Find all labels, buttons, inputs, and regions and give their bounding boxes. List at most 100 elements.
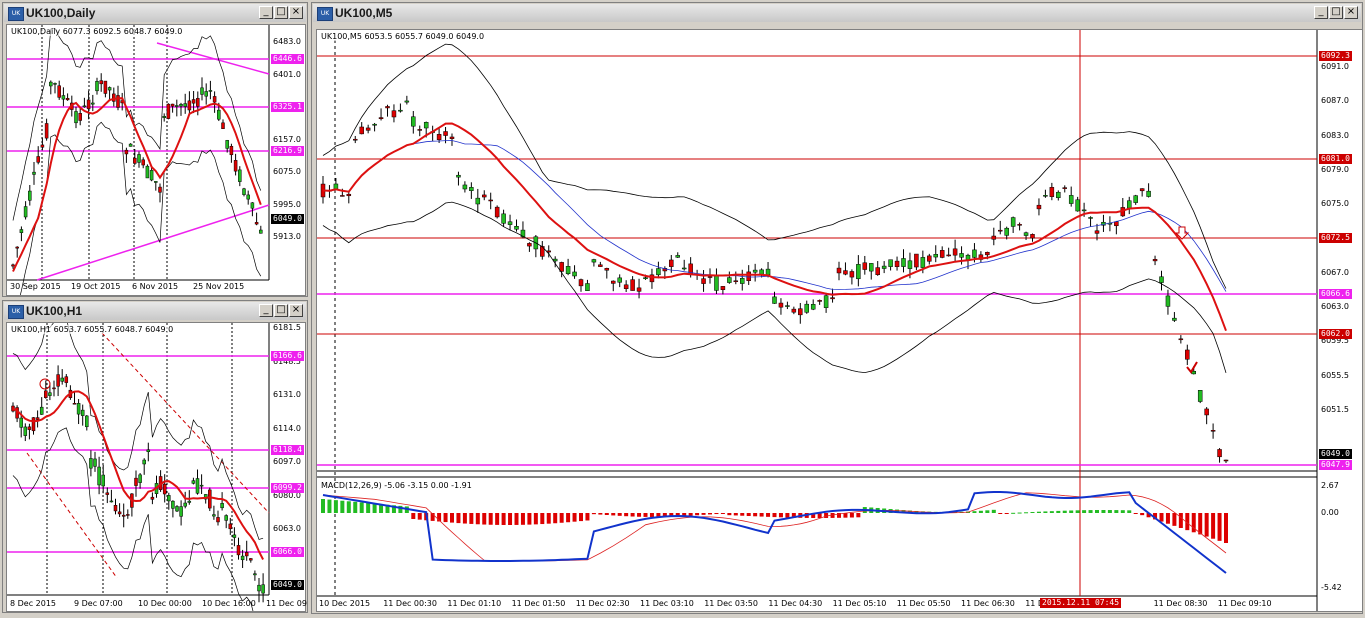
time-axis-label: 11 Dec 03:50 bbox=[704, 599, 758, 608]
candle-body bbox=[212, 514, 216, 517]
price-axis-label: -5.42 bbox=[1321, 583, 1342, 592]
candle-body bbox=[501, 213, 506, 224]
close-button[interactable]: × bbox=[289, 6, 303, 19]
daily-chart-area[interactable]: UK100,Daily 6077.3 6092.5 6048.7 6049.0 … bbox=[6, 24, 306, 296]
macd-histogram-bar bbox=[1127, 510, 1132, 513]
macd-label: MACD(12,26,9) -5.06 -3.15 0.00 -1.91 bbox=[321, 481, 472, 490]
candle-body bbox=[385, 106, 390, 109]
minimize-button[interactable]: _ bbox=[259, 304, 273, 317]
macd-histogram-bar bbox=[462, 513, 467, 524]
time-axis-label: 11 Dec 09:10 bbox=[1217, 599, 1272, 608]
candle-body bbox=[630, 279, 635, 291]
maximize-button[interactable]: □ bbox=[274, 6, 288, 19]
candle-body bbox=[1036, 204, 1042, 210]
macd-histogram-bar bbox=[591, 513, 596, 515]
candle-body bbox=[482, 194, 487, 198]
candle-body bbox=[105, 492, 110, 495]
candle-body bbox=[346, 193, 352, 197]
candle-body bbox=[411, 116, 416, 127]
candle-body bbox=[171, 500, 175, 509]
candle-body bbox=[436, 134, 442, 141]
minimize-button[interactable]: _ bbox=[259, 6, 273, 19]
candle-body bbox=[166, 103, 171, 119]
price-axis-label: 6079.0 bbox=[1321, 164, 1349, 174]
price-level-tag: 6049.0 bbox=[1319, 449, 1352, 459]
candle-body bbox=[23, 206, 28, 218]
candle-body bbox=[952, 248, 958, 256]
candle-body bbox=[78, 113, 82, 121]
macd-histogram-bar bbox=[759, 513, 764, 517]
price-level-tag: 6092.3 bbox=[1319, 51, 1352, 61]
price-axis-label: 6091.0 bbox=[1321, 62, 1349, 71]
h1-chart-area[interactable]: UK100,H1 6053.7 6055.7 6048.7 6049.0 618… bbox=[6, 322, 307, 612]
candle-body bbox=[195, 478, 200, 494]
candle-body bbox=[1165, 295, 1171, 307]
candle-body bbox=[250, 202, 255, 209]
candle-body bbox=[220, 503, 224, 509]
candle-body bbox=[778, 302, 784, 308]
daily-chart-header: UK100,Daily 6077.3 6092.5 6048.7 6049.0 bbox=[11, 27, 183, 36]
maximize-button[interactable]: □ bbox=[1329, 6, 1343, 19]
maximize-button[interactable]: □ bbox=[274, 304, 288, 317]
candle-body bbox=[1068, 195, 1074, 204]
macd-histogram-bar bbox=[1114, 510, 1119, 513]
price-level-tag: 6066.0 bbox=[271, 547, 304, 557]
macd-histogram-bar bbox=[475, 513, 480, 525]
candle-body bbox=[257, 584, 261, 592]
candle-body bbox=[1081, 209, 1087, 212]
macd-histogram-bar bbox=[778, 513, 783, 518]
candle-body bbox=[927, 255, 932, 262]
close-button[interactable]: × bbox=[1344, 6, 1358, 19]
candle-body bbox=[200, 87, 204, 95]
candle-body bbox=[170, 103, 175, 107]
price-axis-label: 6483.0 bbox=[273, 37, 301, 46]
candle-body bbox=[27, 426, 32, 430]
candle-body bbox=[85, 415, 89, 428]
h1-chart-window[interactable]: UK UK100,H1 _ □ × UK100,H1 6053.7 6055.7… bbox=[2, 300, 308, 613]
candle-body bbox=[1133, 195, 1138, 203]
time-axis-label: 11 Dec 06:30 bbox=[961, 599, 1015, 608]
price-level-tag: 6099.2 bbox=[271, 483, 304, 493]
candle-body bbox=[44, 390, 48, 398]
candle-body bbox=[23, 426, 28, 436]
h1-titlebar[interactable]: UK UK100,H1 _ □ × bbox=[4, 302, 306, 320]
candle-body bbox=[1043, 195, 1048, 197]
macd-histogram-bar bbox=[714, 513, 719, 515]
candle-body bbox=[675, 255, 680, 258]
candle-body bbox=[187, 500, 192, 503]
minimize-button[interactable]: _ bbox=[1314, 6, 1328, 19]
candle-body bbox=[109, 500, 114, 503]
macd-histogram-bar bbox=[649, 513, 654, 517]
candle-body bbox=[175, 506, 179, 512]
macd-histogram-bar bbox=[688, 513, 693, 516]
price-level-tag: 6066.6 bbox=[1319, 289, 1352, 299]
close-button[interactable]: × bbox=[289, 304, 303, 317]
candle-body bbox=[462, 184, 468, 190]
candle-body bbox=[167, 495, 171, 502]
moving-average bbox=[12, 390, 264, 560]
chart-window-icon: UK bbox=[317, 7, 333, 21]
m5-titlebar[interactable]: UK UK100,M5 _ □ × bbox=[313, 4, 1361, 22]
candle-body bbox=[1004, 227, 1009, 236]
candle-body bbox=[707, 276, 713, 278]
macd-histogram-bar bbox=[856, 513, 861, 518]
candle-body bbox=[65, 98, 70, 101]
macd-histogram-bar bbox=[740, 513, 745, 516]
macd-histogram-bar bbox=[972, 511, 977, 513]
m5-chart-window[interactable]: UK UK100,M5 _ □ × UK100,M5 6053.5 6055.7… bbox=[311, 2, 1363, 614]
candle-body bbox=[804, 303, 809, 313]
candle-body bbox=[862, 262, 868, 270]
candle-body bbox=[914, 253, 919, 268]
macd-histogram-bar bbox=[1172, 513, 1177, 526]
candle-body bbox=[183, 103, 187, 107]
price-axis-label: 5995.0 bbox=[273, 199, 301, 209]
daily-chart-window[interactable]: UK UK100,Daily _ □ × UK100,Daily 6077.3 … bbox=[2, 2, 308, 297]
candle-body bbox=[752, 269, 758, 273]
daily-titlebar[interactable]: UK UK100,Daily _ □ × bbox=[4, 4, 306, 22]
candle-body bbox=[823, 295, 829, 308]
candle-body bbox=[208, 90, 213, 92]
candle-body bbox=[1023, 232, 1029, 236]
candle-body bbox=[643, 277, 648, 280]
candle-body bbox=[253, 573, 257, 576]
m5-chart-area[interactable]: UK100,M5 6053.5 6055.7 6049.0 6049.0 MAC… bbox=[316, 29, 1363, 612]
